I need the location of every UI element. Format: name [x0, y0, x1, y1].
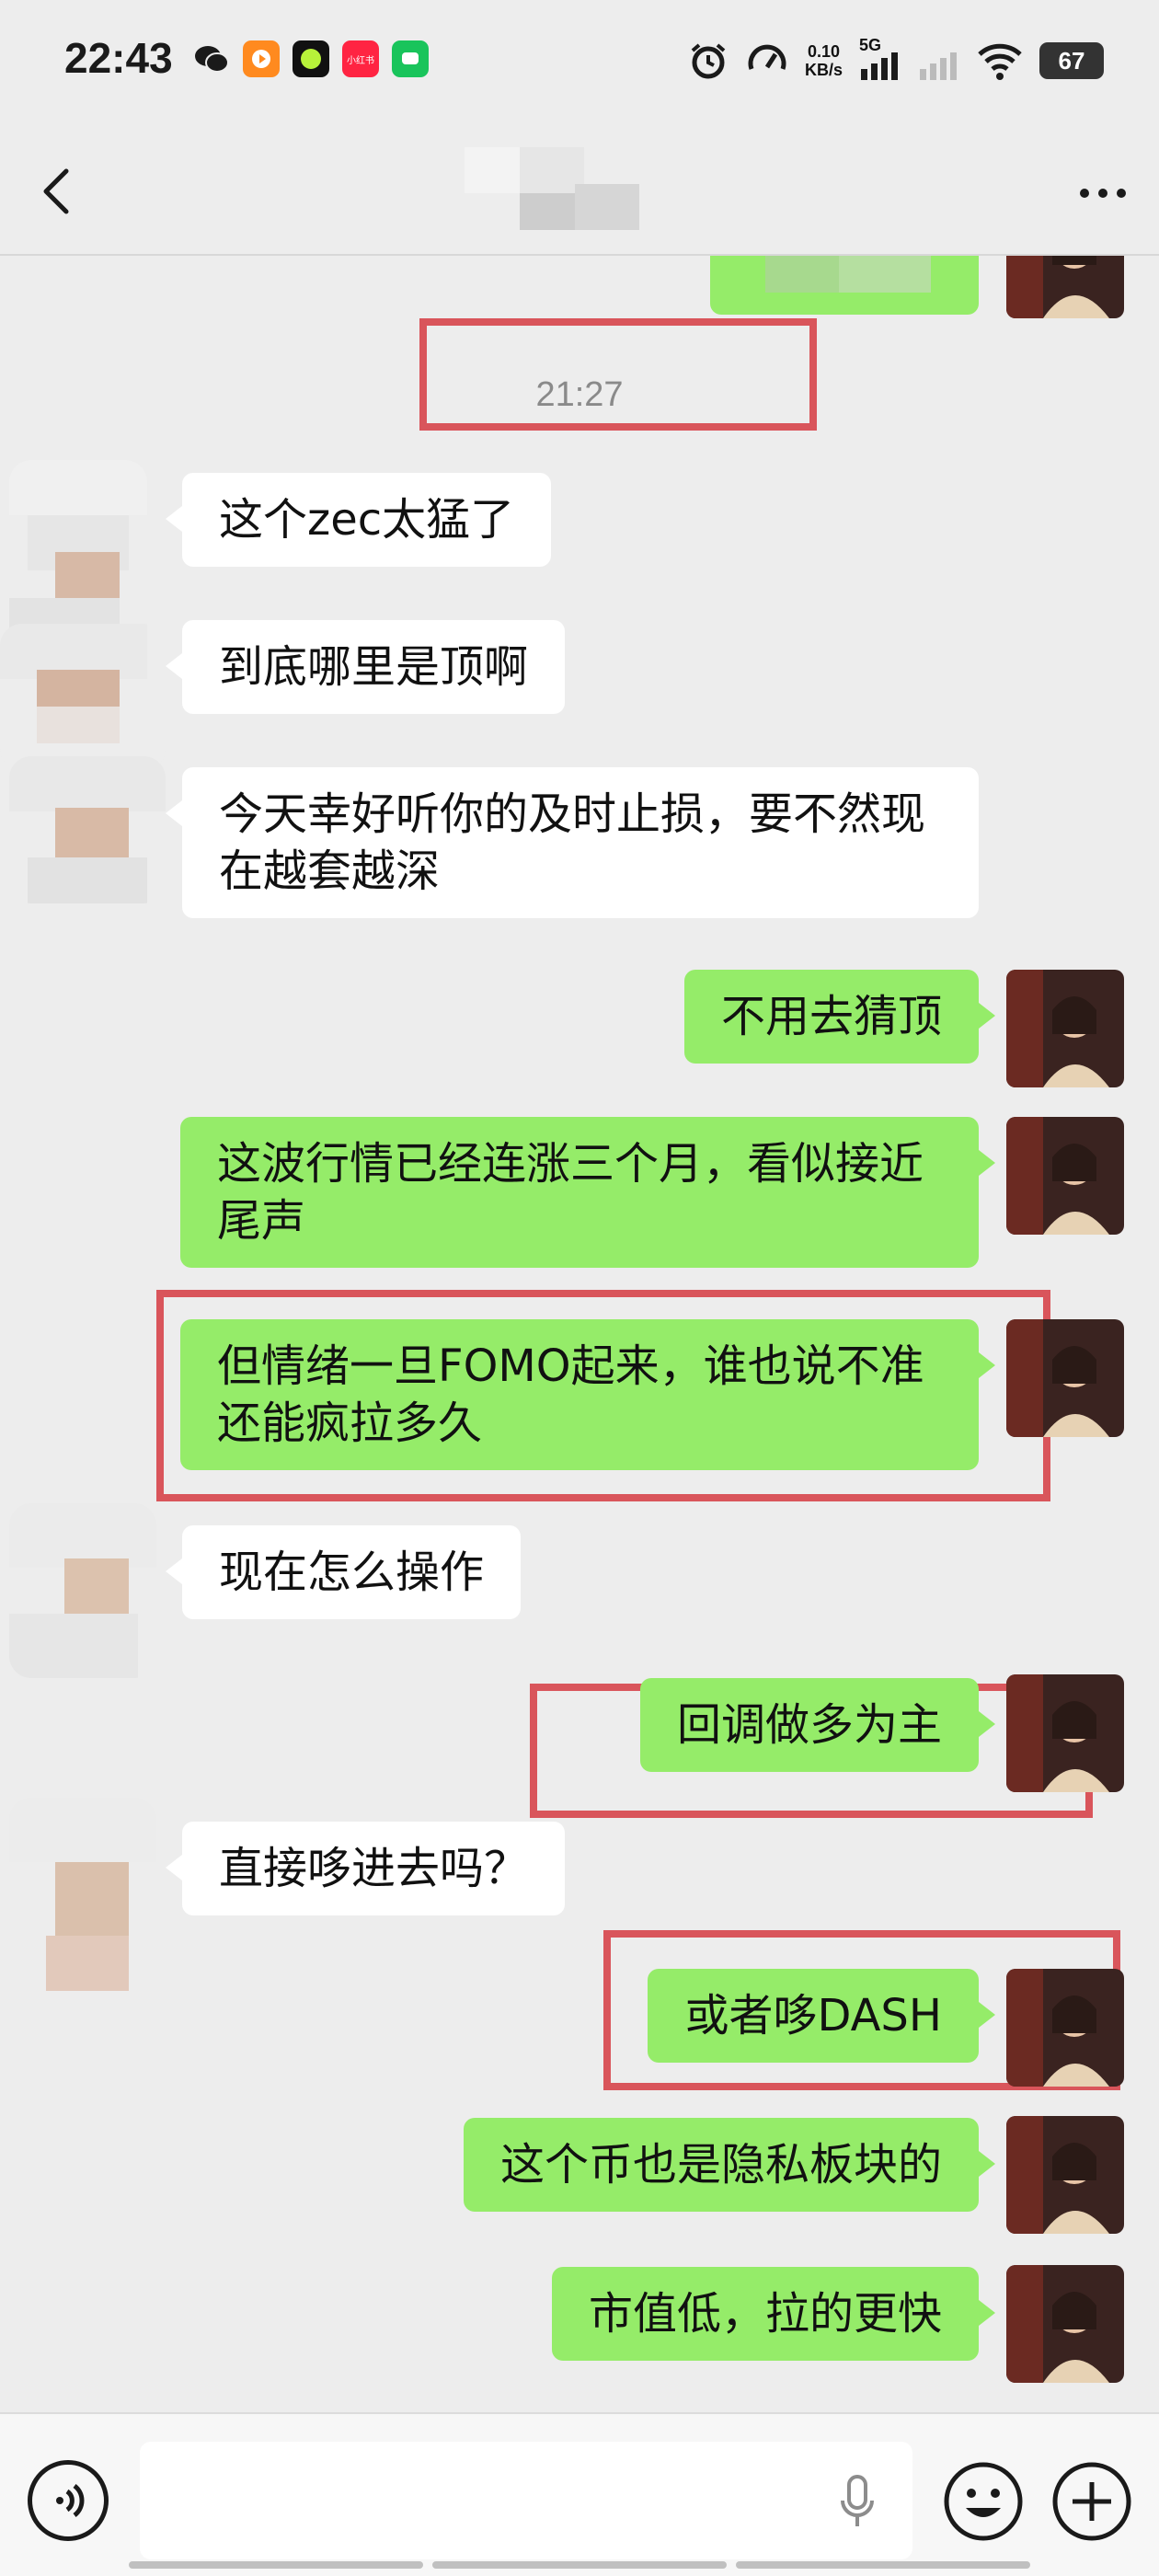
- chevron-left-icon: [43, 168, 69, 214]
- message-bubble-outgoing[interactable]: 不用去猜顶: [683, 970, 996, 1064]
- line-app-icon: [392, 40, 429, 77]
- my-avatar[interactable]: [1006, 970, 1124, 1087]
- more-dot: [1117, 189, 1126, 198]
- more-dot: [1098, 189, 1107, 198]
- voice-button[interactable]: [28, 2460, 109, 2541]
- gesture-bar-segment: [129, 2561, 423, 2569]
- signal-5g: 5G: [859, 36, 901, 82]
- xiaohongshu-label: 小红书: [347, 55, 374, 66]
- network-speed-unit: KB/s: [804, 61, 843, 79]
- mic-icon[interactable]: [839, 2475, 876, 2530]
- plus-icon: [1052, 2462, 1131, 2541]
- message-bubble-outgoing[interactable]: 但情绪一旦FOMO起来，谁也说不准还能疯拉多久: [180, 1319, 995, 1470]
- xiaohongshu-icon: 小红书: [342, 40, 379, 77]
- wifi-icon: [978, 43, 1022, 80]
- network-speed-value: 0.10: [807, 42, 841, 61]
- chat-title-blurred: [465, 147, 639, 230]
- gesture-bar-segment: [736, 2561, 1030, 2569]
- my-avatar[interactable]: [1006, 1117, 1124, 1235]
- message-bubble-incoming[interactable]: 这个zec太猛了: [165, 473, 552, 567]
- my-avatar[interactable]: [1006, 2265, 1124, 2383]
- gesture-bar-segment: [432, 2561, 727, 2569]
- chat-area[interactable]: 21:27 这个zec太猛了 到底哪里是顶啊 今天幸好听你的及时止损，要不然现在…: [0, 256, 1159, 2412]
- chat-header: [0, 129, 1159, 256]
- previous-message-cutoff: [710, 256, 979, 315]
- green-dot-app-icon: [293, 40, 329, 77]
- alarm-icon: [691, 43, 726, 79]
- my-avatar[interactable]: [1006, 2116, 1124, 2234]
- status-right: 0.10 KB/s 5G 67: [687, 35, 1104, 86]
- speedometer-icon: [748, 44, 786, 70]
- wechat-icon: [193, 40, 230, 77]
- status-time: 22:43: [64, 34, 173, 82]
- network-speed: 0.10 KB/s: [805, 42, 843, 79]
- gesture-bar: [129, 2561, 1030, 2569]
- my-avatar[interactable]: [1006, 1319, 1124, 1437]
- signal-bars-icon: [861, 52, 898, 80]
- status-bar: 22:43 小红书 0.10 KB/s 5G 67: [0, 0, 1159, 129]
- back-button[interactable]: [28, 155, 92, 228]
- more-button[interactable]: [1071, 175, 1135, 212]
- plus-button[interactable]: [1050, 2460, 1133, 2543]
- message-bubble-incoming[interactable]: 到底哪里是顶啊: [165, 620, 566, 714]
- signal-bars-weak-icon: [920, 52, 957, 80]
- input-bar: [0, 2412, 1159, 2576]
- message-bubble-outgoing[interactable]: 这个币也是隐私板块的: [463, 2118, 996, 2212]
- contact-avatar[interactable]: [0, 624, 166, 771]
- battery-indicator: 67: [1039, 42, 1104, 79]
- more-dots-icon: [1080, 189, 1089, 198]
- message-bubble-incoming[interactable]: 今天幸好听你的及时止损，要不然现在越套越深: [166, 767, 979, 918]
- video-app-icon: [243, 40, 280, 77]
- contact-avatar[interactable]: [9, 756, 166, 903]
- message-input[interactable]: [140, 2442, 912, 2559]
- my-avatar[interactable]: [1006, 256, 1124, 318]
- message-bubble-outgoing[interactable]: 回调做多为主: [639, 1678, 996, 1772]
- timestamp: 21:27: [535, 375, 624, 414]
- my-avatar[interactable]: [1006, 1969, 1124, 2087]
- message-bubble-outgoing[interactable]: 或者哆DASH: [648, 1969, 995, 2063]
- emoji-button[interactable]: [942, 2460, 1025, 2543]
- my-avatar[interactable]: [1006, 1674, 1124, 1792]
- contact-avatar[interactable]: [9, 1503, 156, 1678]
- message-bubble-outgoing[interactable]: 市值低，拉的更快: [551, 2267, 996, 2361]
- message-bubble-incoming[interactable]: 现在怎么操作: [165, 1525, 522, 1619]
- voice-icon: [56, 2484, 85, 2517]
- message-bubble-outgoing[interactable]: 这波行情已经连涨三个月，看似接近尾声: [180, 1117, 995, 1268]
- message-bubble-incoming[interactable]: 直接哆进去吗？: [165, 1822, 566, 1915]
- emoji-icon: [944, 2462, 1023, 2541]
- contact-avatar[interactable]: [9, 1798, 156, 1991]
